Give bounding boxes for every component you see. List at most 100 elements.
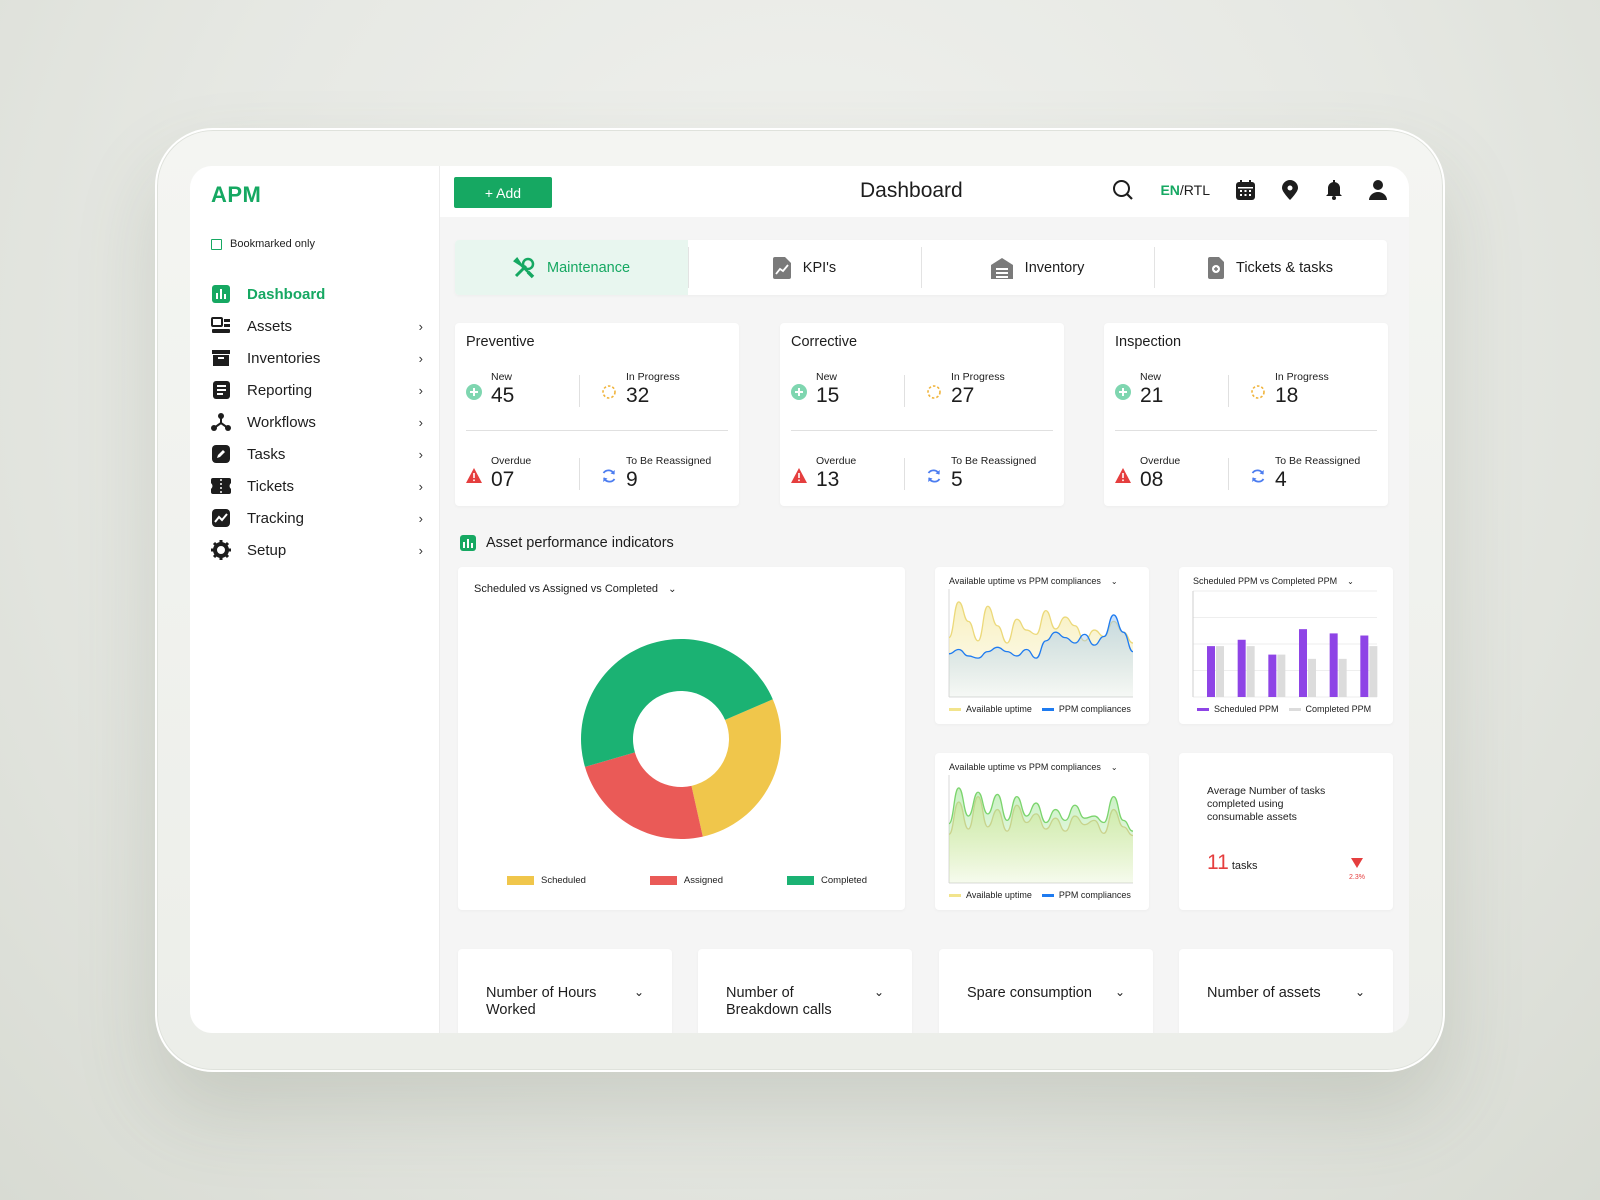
kpi-card-spare-consumption[interactable]: Spare consumption ⌄ xyxy=(939,949,1153,1033)
tab-label: Tickets & tasks xyxy=(1236,259,1333,276)
language-switch[interactable]: EN/RTL xyxy=(1160,182,1210,198)
sidebar-item-label: Setup xyxy=(247,541,287,559)
chevron-right-icon: › xyxy=(418,542,423,558)
divider xyxy=(1115,430,1377,431)
bell-icon[interactable] xyxy=(1325,180,1343,200)
legend-item-completed-ppm: Completed PPM xyxy=(1288,704,1371,714)
user-avatar-icon[interactable] xyxy=(1369,180,1387,200)
stat-label: New xyxy=(1140,371,1162,383)
avg-tasks-unit: tasks xyxy=(1231,860,1258,872)
sidebar-item-tickets[interactable]: Tickets › xyxy=(211,470,423,502)
sidebar-item-label: Tracking xyxy=(247,509,304,527)
stat-value: 9 xyxy=(626,468,638,491)
tab-maintenance[interactable]: Maintenance xyxy=(455,240,688,295)
sidebar-item-inventories[interactable]: Inventories › xyxy=(211,342,423,374)
tab-inventory[interactable]: Inventory xyxy=(921,240,1154,295)
sidebar-item-assets[interactable]: Assets › xyxy=(211,310,423,342)
stat-value: 27 xyxy=(951,384,975,407)
lang-rtl[interactable]: /RTL xyxy=(1180,182,1210,198)
kpi-card-title: Number of assets xyxy=(1207,985,1321,1001)
bar-chart-icon xyxy=(460,535,476,551)
stat-value: 4 xyxy=(1275,468,1287,491)
legend-item-ppm: PPM compliances xyxy=(1041,704,1131,714)
legend-item-uptime: Available uptime xyxy=(949,890,1032,900)
donut-slice-assigned xyxy=(584,752,703,839)
sidebar-item-tracking[interactable]: Tracking › xyxy=(211,502,423,534)
kpi-card-title: Spare consumption xyxy=(967,985,1092,1001)
kpi-card-number-of-assets[interactable]: Number of assets ⌄ xyxy=(1179,949,1393,1033)
sidebar-item-reporting[interactable]: Reporting › xyxy=(211,374,423,406)
stat-new: New 45 xyxy=(466,371,514,408)
refresh-icon xyxy=(601,468,617,484)
status-card-title: Preventive xyxy=(466,334,535,350)
chevron-down-icon[interactable]: ⌄ xyxy=(634,985,644,999)
stat-value: 13 xyxy=(816,468,840,491)
stat-overdue: Overdue 08 xyxy=(1115,455,1180,492)
legend-item-scheduled-ppm: Scheduled PPM xyxy=(1197,704,1279,714)
warning-triangle-icon xyxy=(1115,468,1131,484)
legend-label: Available uptime xyxy=(966,704,1032,714)
tab-label: KPI's xyxy=(802,259,837,276)
sidebar: APM Bookmarked only Dashboard Assets › I… xyxy=(190,166,440,1033)
divider xyxy=(466,430,728,431)
trend-indicator: 2.3% xyxy=(1349,855,1365,881)
pencil-square-icon xyxy=(211,444,231,464)
stat-in-progress: In Progress 32 xyxy=(601,371,680,408)
legend-label: PPM compliances xyxy=(1058,890,1131,900)
bar-scheduled-ppm xyxy=(1360,635,1369,697)
chevron-down-icon[interactable]: ⌄ xyxy=(1115,985,1125,999)
tools-icon xyxy=(513,256,535,279)
avg-tasks-value: 11 tasks xyxy=(1207,851,1258,875)
stat-to-be-reassigned: To Be Reassigned 4 xyxy=(1250,455,1360,492)
stat-label: In Progress xyxy=(626,371,680,383)
plus-circle-icon xyxy=(791,384,807,400)
status-card-corrective[interactable]: Corrective New 15 In Progress 27 Overdue 13… xyxy=(780,323,1064,506)
bar-scheduled-ppm xyxy=(1207,646,1215,697)
plus-circle-icon xyxy=(466,384,482,400)
location-pin-icon[interactable] xyxy=(1281,180,1299,200)
ticket-doc-icon xyxy=(1208,256,1225,279)
stat-value: 07 xyxy=(491,468,515,491)
search-icon[interactable] xyxy=(1112,179,1134,201)
section-title-label: Asset performance indicators xyxy=(486,535,674,551)
chevron-down-icon[interactable]: ⌄ xyxy=(1355,985,1365,999)
calendar-icon[interactable] xyxy=(1236,180,1255,200)
legend-item-scheduled: Scheduled xyxy=(507,875,586,886)
add-button[interactable]: + Add xyxy=(454,177,552,208)
tab-tickets-tasks[interactable]: Tickets & tasks xyxy=(1154,240,1387,295)
kpi-card-hours-worked[interactable]: Number of Hours Worked ⌄ xyxy=(458,949,672,1033)
refresh-icon xyxy=(926,468,942,484)
donut-chart-panel: Scheduled vs Assigned vs Completed ⌄ Sch… xyxy=(458,567,905,910)
stat-value: 15 xyxy=(816,384,840,407)
warning-triangle-icon xyxy=(791,468,807,484)
sidebar-item-workflows[interactable]: Workflows › xyxy=(211,406,423,438)
divider xyxy=(904,375,905,407)
avg-tasks-number: 11 xyxy=(1207,851,1229,874)
divider xyxy=(904,458,905,490)
bookmarked-only-checkbox[interactable]: Bookmarked only xyxy=(211,238,315,250)
status-card-inspection[interactable]: Inspection New 21 In Progress 18 Overdue 08… xyxy=(1104,323,1388,506)
sidebar-item-setup[interactable]: Setup › xyxy=(211,534,423,566)
uptime-ppm-chart-panel: Available uptime vs PPM compliances ⌄ Av… xyxy=(935,567,1149,724)
kpi-card-breakdown-calls[interactable]: Number of Breakdown calls ⌄ xyxy=(698,949,912,1033)
lang-en[interactable]: EN xyxy=(1160,182,1179,198)
area-fill-ppm-compliances xyxy=(949,787,1133,883)
checkbox-box[interactable] xyxy=(211,238,222,250)
sidebar-item-dashboard[interactable]: Dashboard xyxy=(211,278,423,310)
status-card-title: Corrective xyxy=(791,334,858,350)
chevron-right-icon: › xyxy=(418,350,423,366)
chevron-down-icon[interactable]: ⌄ xyxy=(874,985,884,999)
stat-label: In Progress xyxy=(1275,371,1329,383)
archive-box-icon xyxy=(211,348,231,368)
avg-tasks-card: Average Number of tasks completed using … xyxy=(1179,753,1393,910)
page-title: Dashboard xyxy=(860,179,963,202)
sidebar-item-label: Tickets xyxy=(247,477,294,495)
sidebar-item-tasks[interactable]: Tasks › xyxy=(211,438,423,470)
donut-chart xyxy=(581,639,781,839)
sidebar-item-label: Inventories xyxy=(247,349,321,367)
status-card-preventive[interactable]: Preventive New 45 In Progress 32 Overdue 07… xyxy=(455,323,739,506)
legend-swatch xyxy=(1041,893,1054,897)
stat-in-progress: In Progress 27 xyxy=(926,371,1005,408)
sidebar-item-label: Reporting xyxy=(247,381,313,399)
tab-kpis[interactable]: KPI's xyxy=(688,240,921,295)
